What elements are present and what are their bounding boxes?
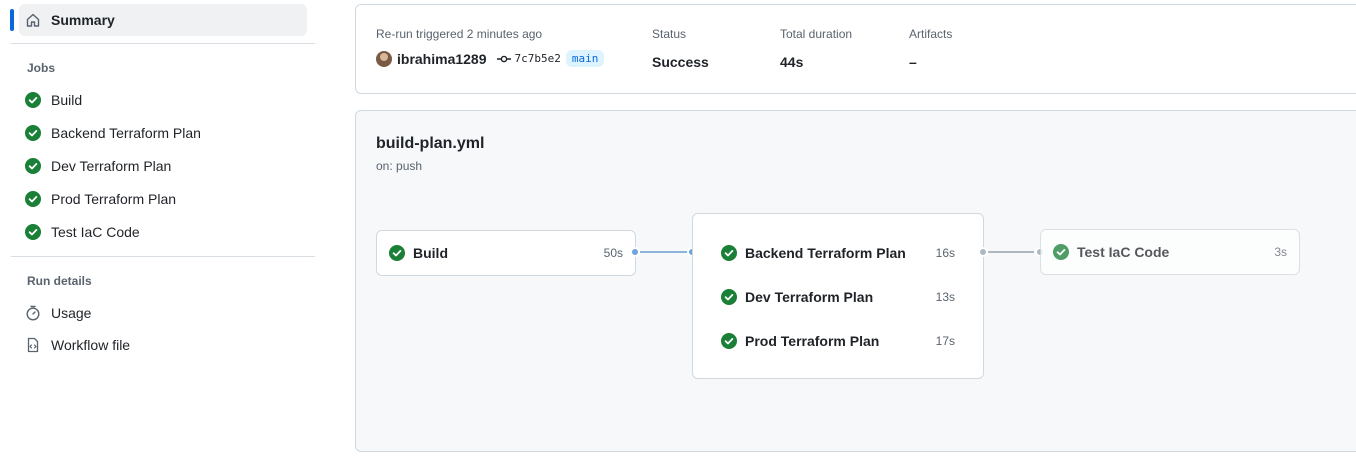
job-name: Prod Terraform Plan <box>745 333 880 349</box>
active-indicator <box>10 9 14 31</box>
sidebar-item-label: Workflow file <box>51 337 131 353</box>
sidebar-item-label: Dev Terraform Plan <box>51 158 172 174</box>
job-duration: 16s <box>935 246 955 260</box>
workflow-trigger: on: push <box>376 159 423 173</box>
trigger-column: Re-run triggered 2 minutes ago ibrahima1… <box>376 27 605 67</box>
duration-label: Total duration <box>780 27 853 41</box>
home-icon <box>25 12 41 28</box>
sidebar-item-test-iac-code[interactable]: Test IaC Code <box>19 216 307 248</box>
sidebar-item-usage[interactable]: Usage <box>19 297 307 329</box>
job-name: Test IaC Code <box>1077 244 1170 260</box>
connector-line <box>988 251 1034 253</box>
commit-sha: 7c7b5e2 <box>514 52 561 65</box>
sidebar-item-label: Build <box>51 92 83 108</box>
artifacts-label: Artifacts <box>909 27 953 41</box>
sidebar-item-build[interactable]: Build <box>19 84 307 116</box>
sidebar-item-prod-terraform-plan[interactable]: Prod Terraform Plan <box>19 183 307 215</box>
job-card-test-iac-code[interactable]: Test IaC Code 3s <box>1040 229 1300 275</box>
sidebar-item-label: Summary <box>51 12 115 28</box>
sidebar-item-dev-terraform-plan[interactable]: Dev Terraform Plan <box>19 150 307 182</box>
job-name: Dev Terraform Plan <box>745 289 874 305</box>
git-commit-icon <box>496 55 511 62</box>
job-row-prod[interactable]: Prod Terraform Plan 17s <box>693 329 983 353</box>
divider <box>11 256 315 257</box>
commit-link[interactable]: 7c7b5e2 <box>496 52 561 65</box>
sidebar-item-label: Backend Terraform Plan <box>51 125 201 141</box>
sidebar-item-workflow-file[interactable]: Workflow file <box>19 329 307 361</box>
workflow-graph: build-plan.yml on: push Build 50s Backen… <box>355 110 1356 452</box>
job-duration: 17s <box>935 334 955 348</box>
artifacts-column: Artifacts – <box>909 27 952 70</box>
trigger-label: Re-run triggered 2 minutes ago <box>376 27 543 41</box>
job-row: Build 50s <box>377 241 635 265</box>
sidebar-item-label: Prod Terraform Plan <box>51 191 177 207</box>
job-row-dev[interactable]: Dev Terraform Plan 13s <box>693 285 983 309</box>
workflow-file-name: build-plan.yml <box>376 135 485 152</box>
sidebar-item-label: Test IaC Code <box>51 224 140 240</box>
status-label: Status <box>652 27 687 41</box>
duration-value: 44s <box>780 54 804 70</box>
check-circle-icon <box>721 289 737 305</box>
divider <box>11 43 315 44</box>
status-column: Status Success <box>652 27 709 70</box>
job-name: Build <box>413 245 448 261</box>
connector-line <box>640 251 688 253</box>
sidebar: Summary Jobs Build Backend Terraform Pla… <box>0 0 326 463</box>
check-circle-icon <box>25 125 41 141</box>
check-circle-icon <box>25 191 41 207</box>
job-duration: 3s <box>1274 245 1287 259</box>
job-row-backend[interactable]: Backend Terraform Plan 16s <box>693 241 983 265</box>
sidebar-item-label: Usage <box>51 305 92 321</box>
check-circle-icon <box>721 245 737 261</box>
check-circle-icon <box>25 158 41 174</box>
connector-dot <box>978 247 988 257</box>
stopwatch-icon <box>25 305 41 321</box>
check-circle-icon <box>721 333 737 349</box>
check-circle-icon <box>25 224 41 240</box>
duration-column: Total duration 44s <box>780 27 852 70</box>
status-value: Success <box>652 54 709 70</box>
avatar[interactable] <box>376 50 392 67</box>
job-duration: 50s <box>603 246 623 260</box>
jobs-heading: Jobs <box>27 61 56 75</box>
check-circle-icon <box>1053 244 1069 260</box>
check-circle-icon <box>389 245 405 261</box>
job-row: Test IaC Code 3s <box>1041 240 1299 264</box>
job-name: Backend Terraform Plan <box>745 245 906 261</box>
job-card-build[interactable]: Build 50s <box>376 230 636 276</box>
file-code-icon <box>25 337 41 353</box>
connector-dot <box>630 247 640 257</box>
job-duration: 13s <box>935 290 955 304</box>
run-summary-card: Re-run triggered 2 minutes ago ibrahima1… <box>355 4 1356 94</box>
artifacts-value: – <box>909 54 917 70</box>
sidebar-item-summary[interactable]: Summary <box>19 4 307 36</box>
sidebar-item-backend-terraform-plan[interactable]: Backend Terraform Plan <box>19 117 307 149</box>
run-details-heading: Run details <box>27 274 92 288</box>
branch-badge[interactable]: main <box>565 50 605 67</box>
job-group-plans: Backend Terraform Plan 16s Dev Terraform… <box>692 213 984 379</box>
check-circle-icon <box>25 92 41 108</box>
username-link[interactable]: ibrahima1289 <box>397 51 487 67</box>
